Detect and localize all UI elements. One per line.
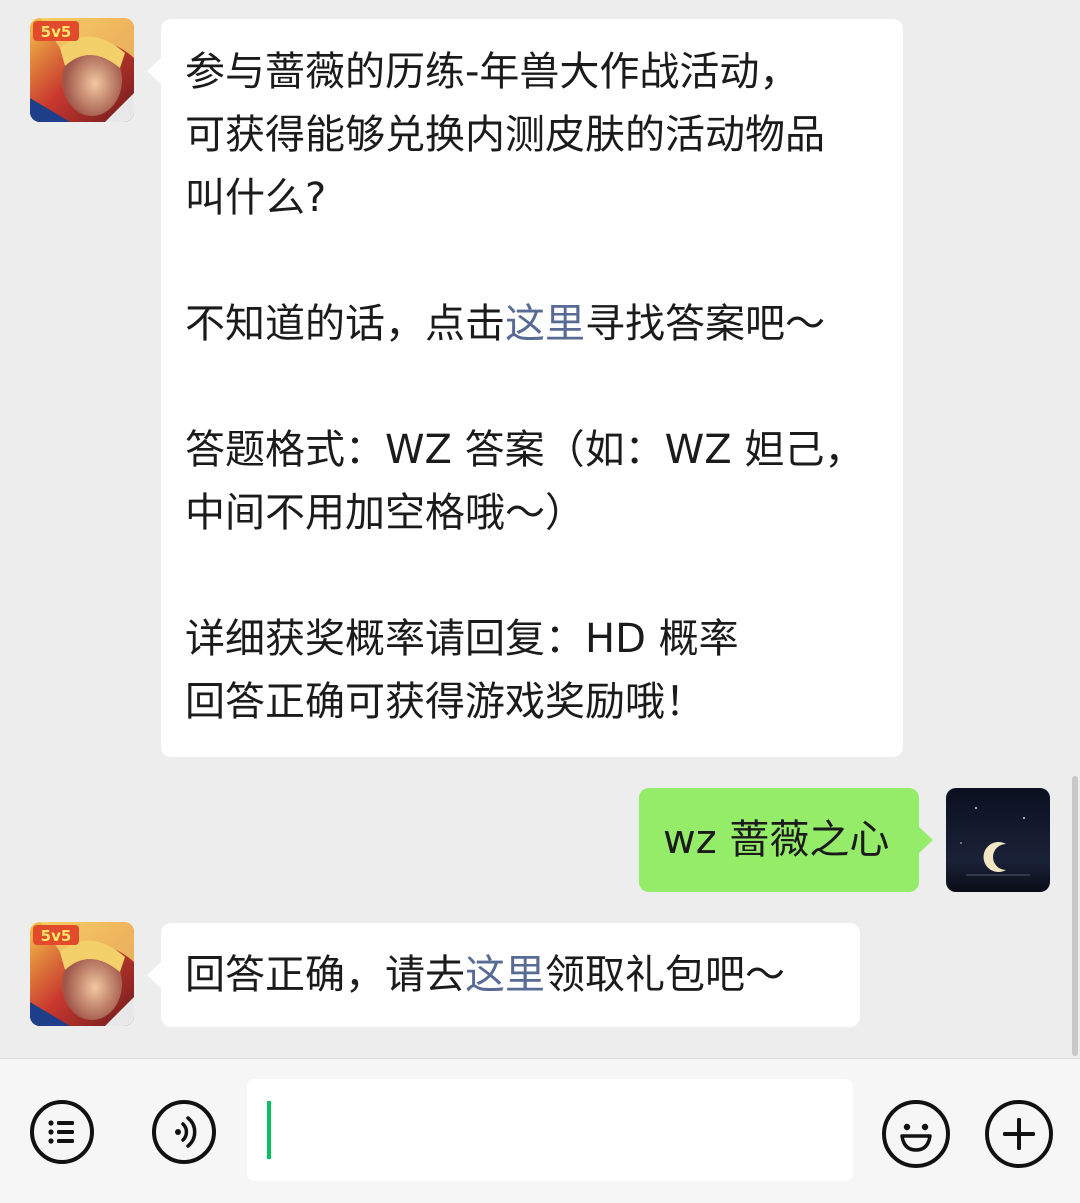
outgoing-message-bubble[interactable]: wz 蔷薇之心 xyxy=(639,788,933,892)
game-avatar-icon: 5v5 xyxy=(30,18,134,122)
svg-text:5v5: 5v5 xyxy=(41,23,72,41)
plus-icon xyxy=(1003,1118,1035,1150)
voice-icon xyxy=(175,1116,197,1148)
message-line: 可获得能够兑换内测皮肤的活动物品 xyxy=(185,112,825,158)
message-input[interactable] xyxy=(247,1079,853,1181)
chat-area: 5v5 参与蔷薇的历练-年兽大作战活动， 可获得能够兑换内测皮肤的活动物品 叫什… xyxy=(0,0,1080,1058)
svg-text:5v5: 5v5 xyxy=(41,927,72,945)
answer-link[interactable]: 这里 xyxy=(505,301,585,347)
message-line: 回答正确可获得游戏奖励哦！ xyxy=(185,679,705,725)
official-avatar[interactable]: 5v5 xyxy=(30,922,134,1026)
message-text: 领取礼包吧～ xyxy=(545,952,785,998)
message-text: wz 蔷薇之心 xyxy=(663,817,890,863)
more-button[interactable] xyxy=(985,1100,1053,1168)
voice-button[interactable] xyxy=(152,1100,216,1164)
official-avatar[interactable]: 5v5 xyxy=(30,18,134,122)
scrollbar[interactable] xyxy=(1072,776,1078,1056)
menu-button[interactable] xyxy=(30,1100,94,1164)
moon-night-avatar-icon xyxy=(946,788,1050,892)
message-line: 回答正确，请去这里领取礼包吧～ xyxy=(185,944,836,1007)
message-line: 中间不用加空格哦～） xyxy=(185,490,585,536)
message-line: 详细获奖概率请回复：HD 概率 xyxy=(185,616,739,662)
message-text: 寻找答案吧～ xyxy=(585,301,825,347)
game-avatar-icon: 5v5 xyxy=(30,922,134,1026)
message-line: 叫什么? xyxy=(185,175,327,221)
text-caret xyxy=(267,1101,271,1159)
emoji-button[interactable] xyxy=(882,1100,950,1168)
message-line: 不知道的话，点击这里寻找答案吧～ xyxy=(185,293,879,356)
input-bar xyxy=(0,1058,1080,1203)
message-line: 参与蔷薇的历练-年兽大作战活动， xyxy=(185,49,800,95)
emoji-icon xyxy=(900,1123,932,1152)
message-text: 回答正确，请去 xyxy=(185,952,465,998)
message-text: 不知道的话，点击 xyxy=(185,301,505,347)
my-avatar[interactable] xyxy=(946,788,1050,892)
incoming-message-bubble[interactable]: 回答正确，请去这里领取礼包吧～ xyxy=(147,923,860,1027)
incoming-message-bubble[interactable]: 参与蔷薇的历练-年兽大作战活动， 可获得能够兑换内测皮肤的活动物品 叫什么? 不… xyxy=(147,19,903,757)
message-line: 答题格式：WZ 答案（如：WZ 妲己， xyxy=(185,427,865,473)
gift-link[interactable]: 这里 xyxy=(465,952,545,998)
list-menu-icon xyxy=(48,1120,74,1144)
